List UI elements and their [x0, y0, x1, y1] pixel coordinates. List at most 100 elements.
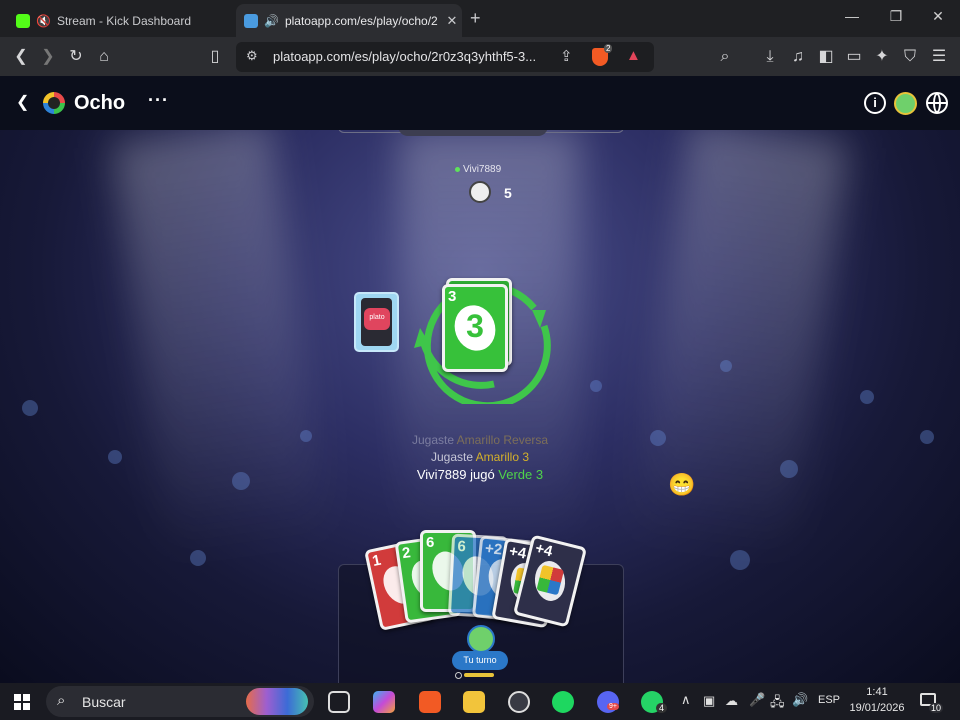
minimize-icon[interactable]: — — [832, 8, 872, 24]
windows-taskbar: ⌕ Buscar 9+ 4 ∧ ▣ ☁ 🎤 🖧 🔊 ESP 1:41 19/01… — [0, 683, 960, 720]
card-value: +4 — [533, 539, 555, 561]
tab-title: Stream - Kick Dashboard — [56, 13, 192, 28]
spotlight — [111, 130, 329, 560]
discard-top-card: 3 3 — [442, 284, 508, 372]
share-icon[interactable]: ⇪ — [560, 47, 573, 65]
platoapp-icon — [244, 13, 258, 28]
forward-icon[interactable]: ❯ — [37, 46, 59, 68]
leo-ai-icon[interactable]: ✦ — [871, 46, 893, 68]
tab-kick-dashboard[interactable]: 🔇 Stream - Kick Dashboard — [8, 4, 228, 37]
language-indicator[interactable]: ESP — [818, 694, 840, 706]
search-placeholder: Buscar — [82, 694, 126, 710]
play-log-entry: Vivi7889 jugó Verde 3 — [416, 467, 544, 482]
opponent-avatar[interactable] — [469, 181, 491, 203]
discord-badge: 9+ — [607, 703, 619, 710]
card-value: 6 — [426, 534, 435, 551]
site-info-icon[interactable]: ⚙ — [246, 48, 258, 64]
card-value: 6 — [457, 537, 467, 556]
play-log-entry: Jugaste Amarillo Reversa — [411, 433, 549, 447]
bokeh-light — [720, 360, 732, 372]
browser-toolbar: ❮ ❯ ↻ ⌂ ▯ ⚙ platoapp.com/es/play/ocho/2r… — [0, 37, 960, 76]
card-value: 3 — [448, 288, 457, 305]
notifications-badge: 10 — [929, 703, 944, 713]
sidebar-icon[interactable]: ◧ — [815, 46, 837, 68]
meet-now-icon[interactable]: ▣ — [703, 693, 715, 709]
bokeh-light — [730, 550, 750, 570]
close-window-icon[interactable]: ✕ — [918, 8, 958, 25]
kick-icon — [16, 13, 30, 28]
volume-icon[interactable]: 🔊 — [792, 692, 808, 708]
windows-start-icon[interactable] — [14, 694, 30, 710]
address-bar[interactable]: ⚙ platoapp.com/es/play/ocho/2r0z3q3yhthf… — [236, 42, 654, 72]
bokeh-light — [190, 550, 206, 566]
show-hidden-icons-icon[interactable]: ∧ — [681, 692, 691, 708]
card-value: +4 — [507, 542, 528, 563]
more-options-button[interactable]: ··· — [148, 90, 169, 111]
turn-timer-bar — [464, 673, 494, 677]
ocho-game-icon — [43, 92, 65, 114]
opponent-name: Vivi7889 — [463, 164, 502, 175]
bokeh-light — [860, 390, 874, 404]
wallet-icon[interactable]: ▭ — [843, 46, 865, 68]
plato-logo: plato — [369, 314, 385, 321]
spotlight — [631, 130, 849, 560]
brave-rewards-icon[interactable]: ▲ — [626, 47, 641, 64]
speaker-muted-icon[interactable]: 🔇 — [36, 14, 51, 28]
back-icon[interactable]: ❮ — [10, 46, 32, 68]
turn-badge: Tu turno — [452, 651, 508, 670]
game-board: Vivi7889 5 plato 3 3 Jugaste Amarillo Re… — [0, 130, 960, 683]
card-value: 1 — [370, 551, 383, 571]
tab-title: platoapp.com/es/play/ocho/2 — [284, 13, 438, 28]
restore-icon[interactable]: ❐ — [876, 8, 916, 25]
new-tab-icon[interactable]: + — [470, 8, 481, 29]
onedrive-icon[interactable]: ☁ — [725, 693, 738, 709]
reload-icon[interactable]: ↻ — [65, 46, 87, 68]
back-icon[interactable]: ❮ — [16, 92, 29, 112]
online-indicator — [455, 167, 460, 172]
avatar[interactable] — [894, 92, 917, 115]
globe-icon[interactable] — [926, 92, 948, 114]
close-tab-icon[interactable]: ✕ — [442, 13, 462, 29]
taskbar-search-box[interactable]: ⌕ Buscar — [46, 686, 314, 717]
shield-badge: 2 — [604, 44, 613, 53]
brave-browser-icon[interactable] — [419, 691, 441, 713]
draw-pile[interactable]: plato — [354, 292, 399, 352]
copilot-icon[interactable] — [373, 691, 395, 713]
menu-icon[interactable]: ☰ — [928, 46, 950, 68]
task-view-icon[interactable] — [328, 691, 350, 713]
vpn-icon[interactable]: ⛉ — [899, 46, 921, 68]
emoji-reaction[interactable]: 😁 — [668, 472, 695, 498]
play-log-entry: Jugaste Amarillo 3 — [430, 450, 530, 464]
spotify-icon[interactable] — [552, 691, 574, 713]
opponent-card-back — [398, 130, 548, 136]
network-icon[interactable]: 🖧 — [770, 693, 785, 715]
turn-timer-icon — [455, 672, 462, 679]
clock-date[interactable]: 19/01/2026 — [849, 702, 905, 714]
opponent-card-count: 5 — [504, 185, 512, 201]
url-text: platoapp.com/es/play/ocho/2r0z3q3yhthf5-… — [273, 49, 537, 64]
bookmark-icon[interactable]: ▯ — [204, 46, 226, 68]
info-icon[interactable]: i — [864, 92, 886, 114]
bokeh-light — [590, 380, 602, 392]
download-icon[interactable]: ⤓ — [759, 46, 781, 68]
whatsapp-badge: 4 — [656, 703, 668, 713]
search-icon: ⌕ — [57, 692, 66, 709]
music-icon[interactable]: ♫ — [787, 46, 809, 68]
microphone-icon[interactable]: 🎤 — [749, 692, 765, 708]
home-icon[interactable]: ⌂ — [93, 46, 115, 68]
card-center-value: 3 — [466, 308, 484, 344]
player-avatar[interactable] — [467, 625, 495, 653]
tab-platoapp[interactable]: 🔊 platoapp.com/es/play/ocho/2 ✕ — [236, 4, 462, 37]
search-highlight-image — [246, 688, 308, 715]
bokeh-light — [22, 400, 38, 416]
page-title: Ocho — [74, 92, 126, 114]
search-tabs-icon[interactable]: ⌕ — [714, 46, 736, 68]
obs-icon[interactable] — [508, 691, 530, 713]
browser-tab-strip: 🔇 Stream - Kick Dashboard 🔊 platoapp.com… — [0, 0, 960, 37]
game-header: ❮ Ocho ··· i — [0, 76, 960, 130]
card-value: 2 — [401, 544, 412, 563]
speaker-icon[interactable]: 🔊 — [264, 14, 279, 28]
file-explorer-icon[interactable] — [463, 691, 485, 713]
clock-time[interactable]: 1:41 — [851, 686, 903, 698]
card-value: +2 — [484, 539, 504, 559]
